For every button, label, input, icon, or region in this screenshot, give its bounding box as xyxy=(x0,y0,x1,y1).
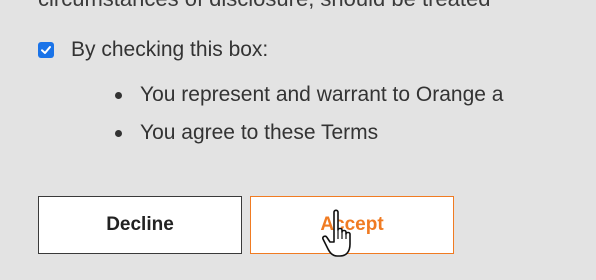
consent-label: By checking this box: xyxy=(71,38,269,61)
consent-row[interactable]: By checking this box: xyxy=(38,37,268,63)
bullet-dot xyxy=(115,129,122,137)
consent-checkbox[interactable] xyxy=(38,42,54,58)
bullet-text: You represent and warrant to Orange a xyxy=(140,83,504,106)
bullet-text: You agree to these Terms xyxy=(140,121,379,144)
bullet-item: You represent and warrant to Orange a xyxy=(115,76,503,114)
bullet-dot xyxy=(115,91,122,99)
decline-button[interactable]: Decline xyxy=(38,196,242,254)
terms-clipped-text: circumstances of disclosure, should be t… xyxy=(38,0,490,12)
consent-bullet-list: You represent and warrant to Orange a Yo… xyxy=(115,76,503,152)
bullet-item: You agree to these Terms xyxy=(115,114,503,152)
hand-pointer-icon xyxy=(322,209,351,257)
checkmark-icon xyxy=(41,46,51,54)
